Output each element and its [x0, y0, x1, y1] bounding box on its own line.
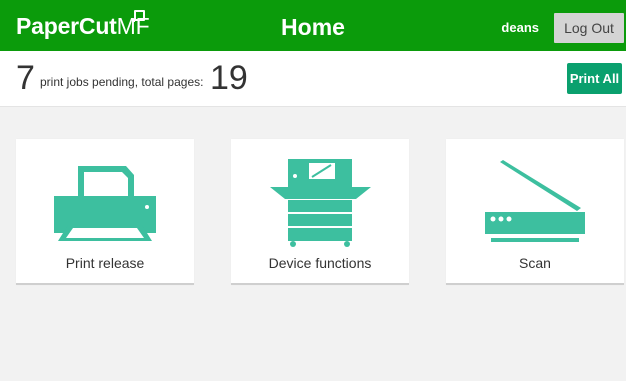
- status-bar: 7 print jobs pending, total pages: 19 Pr…: [0, 51, 626, 107]
- jobs-pending-count: 7: [16, 59, 35, 97]
- print-release-card[interactable]: Print release: [16, 139, 194, 285]
- header-bar: PaperCutMF Home deans Log Out: [0, 0, 626, 51]
- total-pages-count: 19: [210, 59, 248, 97]
- scan-label: Scan: [519, 255, 551, 271]
- printer-icon: [54, 166, 156, 241]
- print-release-label: Print release: [65, 255, 145, 271]
- jobs-pending-text: print jobs pending, total pages:: [40, 75, 204, 89]
- scan-card[interactable]: Scan: [446, 139, 624, 285]
- print-all-button[interactable]: Print All: [567, 63, 622, 94]
- device-functions-card[interactable]: Device functions: [231, 139, 409, 285]
- logout-button[interactable]: Log Out: [554, 13, 624, 43]
- scanner-icon: [485, 160, 585, 242]
- device-functions-label: Device functions: [268, 255, 372, 271]
- username-label: deans: [501, 20, 539, 35]
- copier-icon: [270, 159, 371, 247]
